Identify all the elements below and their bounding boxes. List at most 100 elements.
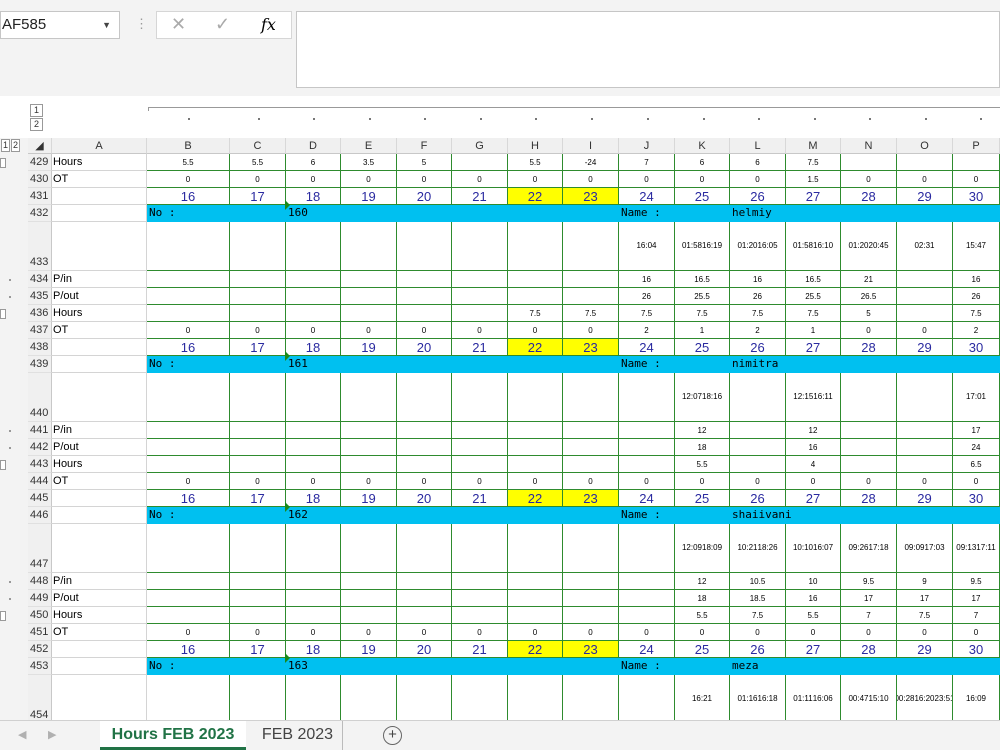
sheet-tab-hours-feb-2023[interactable]: Hours FEB 2023 xyxy=(100,721,246,750)
cell-o[interactable]: 9 xyxy=(897,573,953,590)
cell-f[interactable] xyxy=(397,675,452,720)
cell-p[interactable]: 17:01 xyxy=(953,373,1000,422)
cell-j[interactable]: 24 xyxy=(619,490,675,507)
cell-k[interactable]: 12 xyxy=(675,573,730,590)
cell-e[interactable] xyxy=(341,305,397,322)
cell-d[interactable] xyxy=(286,422,341,439)
cell-n[interactable]: 7 xyxy=(841,607,897,624)
column-header-a[interactable]: A xyxy=(52,138,147,154)
cell-g[interactable]: 21 xyxy=(452,641,508,658)
cell-i[interactable]: 0 xyxy=(563,624,619,641)
formula-input[interactable] xyxy=(296,11,1000,88)
cell-a-label[interactable]: P/out xyxy=(52,288,147,305)
cell-d[interactable] xyxy=(286,590,341,607)
cell-l[interactable]: 10.5 xyxy=(730,573,786,590)
cell-a-label[interactable]: Hours xyxy=(52,305,147,322)
row-header[interactable]: 435 xyxy=(28,288,52,305)
row-header[interactable]: 439 xyxy=(28,356,52,373)
row-header[interactable]: 451 xyxy=(28,624,52,641)
cell-k[interactable]: 25 xyxy=(675,641,730,658)
cell-n[interactable] xyxy=(841,456,897,473)
cell-n[interactable]: 5 xyxy=(841,305,897,322)
cell-k[interactable]: 25 xyxy=(675,188,730,205)
cell-p[interactable]: 0 xyxy=(953,473,1000,490)
cell-i[interactable] xyxy=(563,288,619,305)
cell-g[interactable] xyxy=(452,422,508,439)
cell-g[interactable]: 21 xyxy=(452,339,508,356)
cell-j[interactable]: 26 xyxy=(619,288,675,305)
cell-n[interactable]: 0 xyxy=(841,624,897,641)
cell-l[interactable]: 26 xyxy=(730,188,786,205)
cell-d[interactable] xyxy=(286,573,341,590)
row-header[interactable]: 444 xyxy=(28,473,52,490)
cell-i[interactable]: 23 xyxy=(563,490,619,507)
cell-e[interactable] xyxy=(341,590,397,607)
cell-d[interactable]: 6 xyxy=(286,154,341,171)
column-header-j[interactable]: J xyxy=(619,138,675,154)
cell-e[interactable] xyxy=(341,573,397,590)
cell-j[interactable] xyxy=(619,524,675,573)
cell-h[interactable] xyxy=(508,288,563,305)
cell-o[interactable] xyxy=(897,271,953,288)
cell-n[interactable]: 28 xyxy=(841,188,897,205)
cell-a-label[interactable]: OT xyxy=(52,624,147,641)
cell-c[interactable] xyxy=(230,524,286,573)
cell-a-label[interactable] xyxy=(52,373,147,422)
cell-g[interactable] xyxy=(452,439,508,456)
cell-l[interactable] xyxy=(730,373,786,422)
cell-k[interactable]: 25 xyxy=(675,490,730,507)
cell-o[interactable]: 02:31 xyxy=(897,222,953,271)
cell-e[interactable]: 0 xyxy=(341,624,397,641)
cell-j[interactable] xyxy=(619,439,675,456)
cell-i[interactable] xyxy=(563,524,619,573)
cell-m[interactable]: 01:58 16:10 xyxy=(786,222,841,271)
cell-c[interactable]: 0 xyxy=(230,322,286,339)
cell-f[interactable]: 0 xyxy=(397,624,452,641)
cell-l[interactable] xyxy=(730,456,786,473)
cell-d[interactable] xyxy=(286,439,341,456)
cell-g[interactable] xyxy=(452,222,508,271)
cell-p[interactable]: 30 xyxy=(953,188,1000,205)
cell-m[interactable]: 12 xyxy=(786,422,841,439)
employee-header-bar[interactable]: No : 160 Name : helmiy xyxy=(147,205,1000,222)
cell-k[interactable]: 12 xyxy=(675,422,730,439)
cell-k[interactable]: 12:07 18:16 xyxy=(675,373,730,422)
row-header[interactable]: 448 xyxy=(28,573,52,590)
cell-n[interactable] xyxy=(841,154,897,171)
cell-i[interactable]: 23 xyxy=(563,188,619,205)
cell-m[interactable]: 16 xyxy=(786,439,841,456)
cell-e[interactable] xyxy=(341,675,397,720)
cell-b[interactable]: 0 xyxy=(147,171,230,188)
cell-a-label[interactable] xyxy=(52,507,147,524)
cell-n[interactable]: 28 xyxy=(841,641,897,658)
cell-i[interactable] xyxy=(563,373,619,422)
cell-a-label[interactable] xyxy=(52,205,147,222)
cell-l[interactable]: 0 xyxy=(730,171,786,188)
cell-d[interactable]: 18 xyxy=(286,490,341,507)
cell-j[interactable]: 24 xyxy=(619,339,675,356)
cell-j[interactable] xyxy=(619,456,675,473)
column-header-e[interactable]: E xyxy=(341,138,397,154)
cell-m[interactable]: 1.5 xyxy=(786,171,841,188)
cell-h[interactable] xyxy=(508,271,563,288)
employee-header-bar[interactable]: No : 161 Name : nimitra xyxy=(147,356,1000,373)
row-header[interactable]: 454 xyxy=(28,675,52,720)
cell-l[interactable]: 2 xyxy=(730,322,786,339)
cell-c[interactable]: 5.5 xyxy=(230,154,286,171)
cell-k[interactable]: 0 xyxy=(675,171,730,188)
cell-m[interactable]: 4 xyxy=(786,456,841,473)
cell-o[interactable]: 0 xyxy=(897,322,953,339)
cell-f[interactable]: 20 xyxy=(397,641,452,658)
cell-e[interactable]: 19 xyxy=(341,188,397,205)
row-header[interactable]: 429 xyxy=(28,154,52,171)
cell-d[interactable] xyxy=(286,373,341,422)
cell-d[interactable] xyxy=(286,524,341,573)
row-header[interactable]: 432 xyxy=(28,205,52,222)
cell-n[interactable]: 17 xyxy=(841,590,897,607)
cell-k[interactable]: 18 xyxy=(675,439,730,456)
cell-f[interactable]: 20 xyxy=(397,339,452,356)
cell-h[interactable]: 0 xyxy=(508,473,563,490)
row-header[interactable]: 443 xyxy=(28,456,52,473)
cell-l[interactable] xyxy=(730,439,786,456)
cell-n[interactable]: 28 xyxy=(841,339,897,356)
